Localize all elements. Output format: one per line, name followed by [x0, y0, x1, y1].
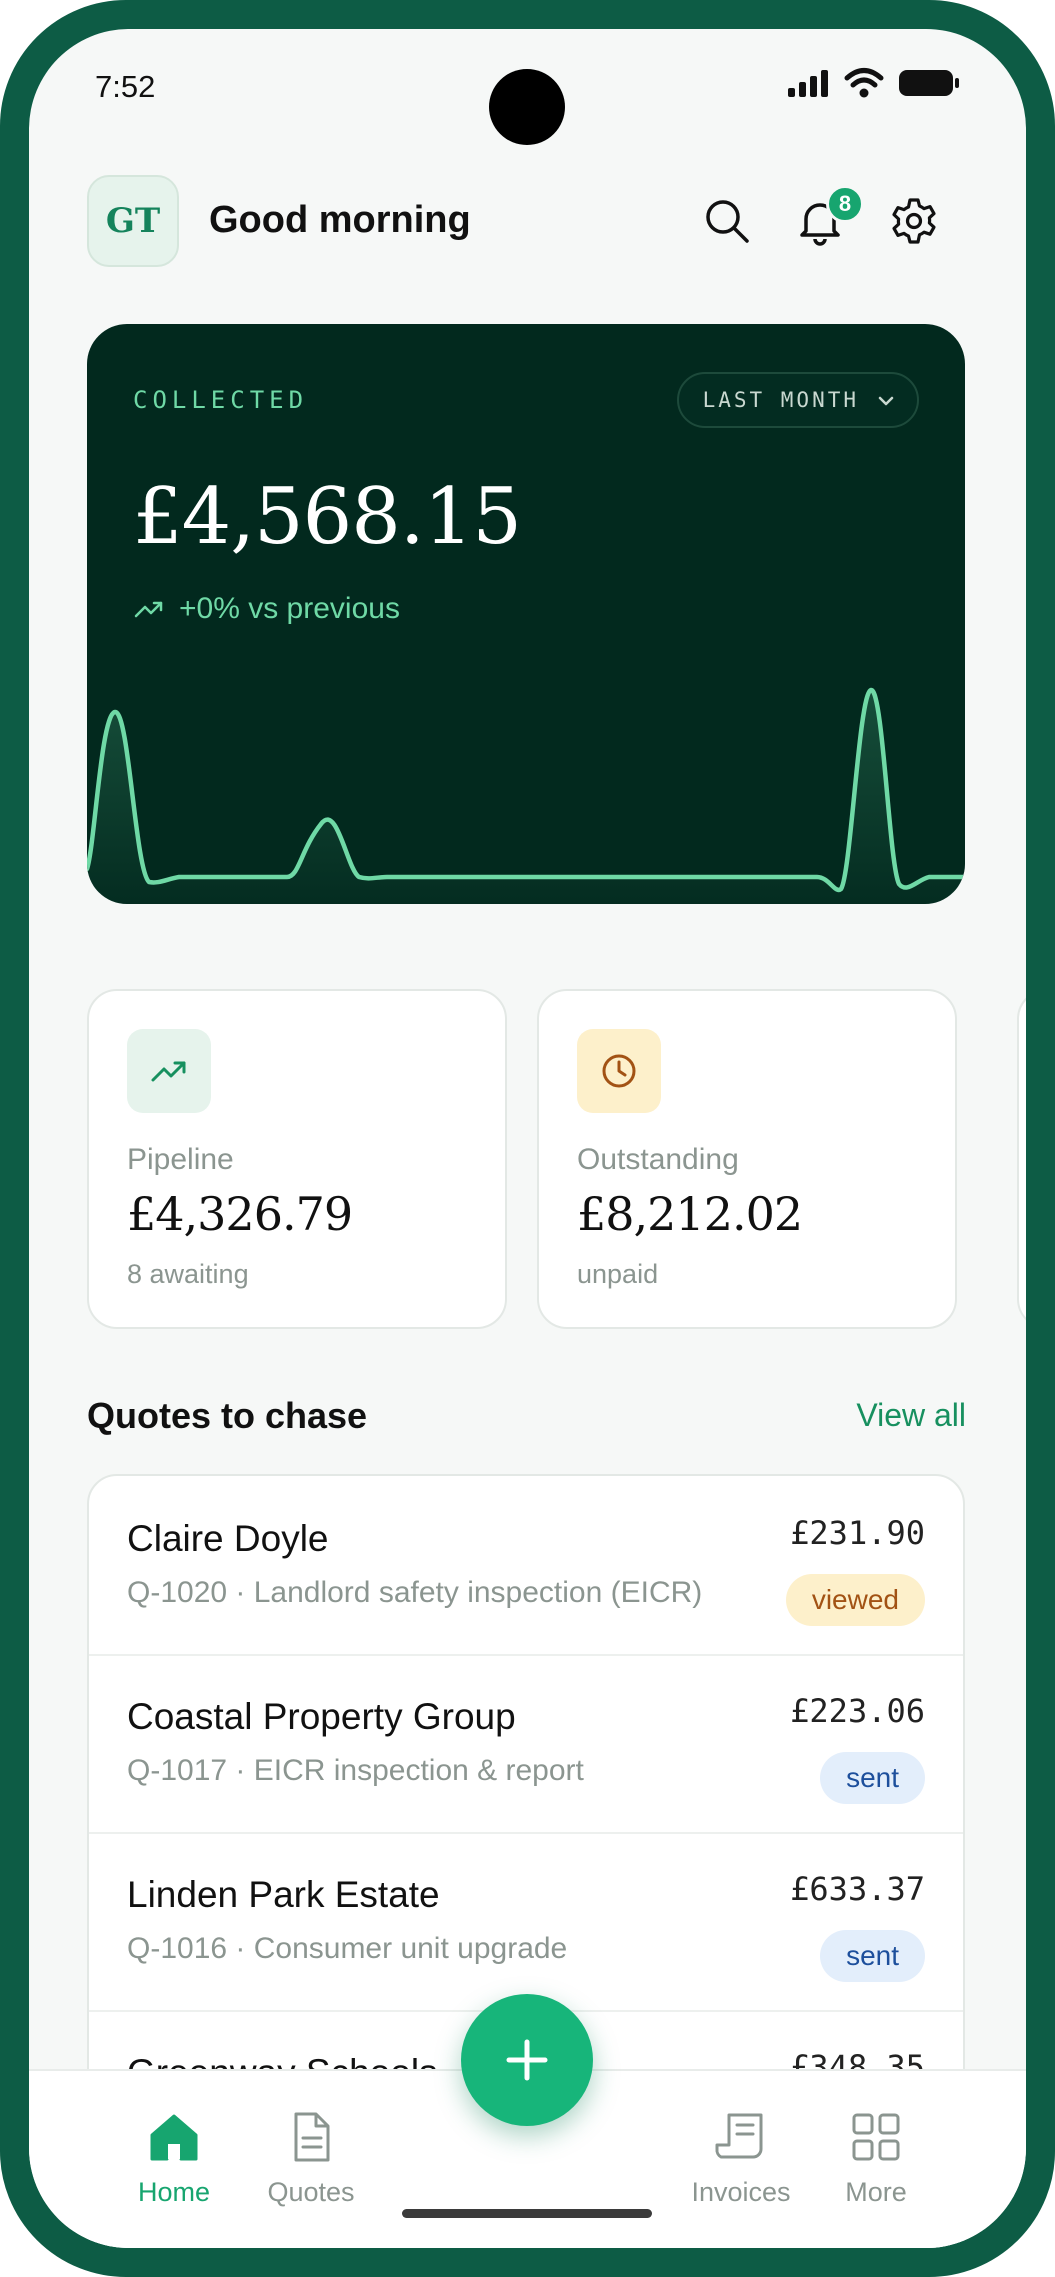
- nav-quotes[interactable]: Quotes: [241, 2111, 381, 2208]
- plus-icon: [506, 2039, 548, 2081]
- quote-description: Q-1020 · Landlord safety inspection (EIC…: [127, 1576, 703, 1609]
- nav-home-label: Home: [137, 2177, 211, 2207]
- avatar[interactable]: GT: [87, 175, 179, 267]
- quote-description: Q-1016 · Consumer unit upgrade: [127, 1932, 568, 1965]
- status-badge: viewed: [785, 1574, 925, 1626]
- collected-trend: +0% vs previous: [133, 592, 400, 626]
- trending-up-icon: [134, 601, 163, 618]
- period-selector[interactable]: LAST MONTH: [676, 372, 919, 428]
- add-button[interactable]: [461, 1994, 593, 2126]
- client-name: Linden Park Estate: [127, 1874, 440, 1915]
- document-icon: [294, 2112, 330, 2162]
- search-icon[interactable]: [701, 195, 753, 247]
- stat-card-peek[interactable]: [1017, 989, 1026, 1329]
- client-name: Claire Doyle: [127, 1518, 329, 1559]
- grid-icon: [852, 2113, 900, 2161]
- pipeline-icon-tile: [127, 1029, 211, 1113]
- home-icon: [150, 2114, 198, 2161]
- quote-amount: £633.37: [790, 1870, 925, 1908]
- camera-cutout: [489, 69, 565, 145]
- gear-icon[interactable]: [888, 195, 940, 247]
- collected-amount: £4,568.15: [133, 472, 522, 562]
- period-label: LAST MONTH: [702, 388, 859, 412]
- list-item[interactable]: Claire Doyle Q-1020 · Landlord safety in…: [89, 1476, 963, 1656]
- section-title: Quotes to chase: [87, 1395, 368, 1436]
- greeting-title: Good morning: [209, 199, 471, 241]
- list-item[interactable]: Coastal Property Group Q-1017 · EICR ins…: [89, 1654, 963, 1834]
- battery-icon: [899, 70, 959, 96]
- nav-more[interactable]: More: [806, 2111, 946, 2208]
- outstanding-card[interactable]: Outstanding £8,212.02 unpaid: [537, 989, 957, 1329]
- cellular-signal-icon: [788, 70, 828, 97]
- status-badge: sent: [820, 1752, 925, 1804]
- outstanding-label: Outstanding: [577, 1143, 739, 1176]
- quote-description: Q-1017 · EICR inspection & report: [127, 1754, 584, 1787]
- status-icons: [786, 67, 960, 99]
- receipt-icon: [715, 2113, 763, 2159]
- quote-amount: £223.06: [790, 1692, 925, 1730]
- view-all-link[interactable]: View all: [856, 1397, 966, 1434]
- trend-text: +0% vs previous: [179, 592, 400, 625]
- status-time: 7:52: [95, 69, 156, 104]
- outstanding-value: £8,212.02: [577, 1187, 803, 1241]
- pipeline-value: £4,326.79: [127, 1187, 353, 1241]
- clock-icon: [602, 1054, 636, 1088]
- nav-more-label: More: [845, 2177, 907, 2207]
- nav-invoices[interactable]: Invoices: [671, 2111, 811, 2208]
- trending-up-icon: [151, 1061, 186, 1082]
- client-name: Coastal Property Group: [127, 1696, 516, 1737]
- home-indicator[interactable]: [402, 2209, 652, 2218]
- nav-quotes-label: Quotes: [267, 2177, 355, 2207]
- outstanding-icon-tile: [577, 1029, 661, 1113]
- pipeline-sub: 8 awaiting: [127, 1259, 249, 1289]
- list-item[interactable]: Linden Park Estate Q-1016 · Consumer uni…: [89, 1832, 963, 2012]
- notification-badge: 8: [826, 185, 864, 223]
- pipeline-label: Pipeline: [127, 1143, 234, 1176]
- quote-amount: £231.90: [790, 1514, 925, 1552]
- app-screen: 7:52 GT Good morning 8 COLLECTED LAST MO…: [29, 29, 1026, 2248]
- chevron-down-icon: [878, 396, 894, 406]
- wifi-icon: [844, 68, 884, 98]
- collected-card[interactable]: COLLECTED LAST MONTH £4,568.15 +0% vs pr…: [87, 324, 965, 904]
- pipeline-card[interactable]: Pipeline £4,326.79 8 awaiting: [87, 989, 507, 1329]
- nav-home[interactable]: Home: [104, 2111, 244, 2208]
- nav-invoices-label: Invoices: [691, 2177, 791, 2207]
- collected-label: COLLECTED: [133, 386, 309, 414]
- status-badge: sent: [820, 1930, 925, 1982]
- outstanding-sub: unpaid: [577, 1259, 659, 1289]
